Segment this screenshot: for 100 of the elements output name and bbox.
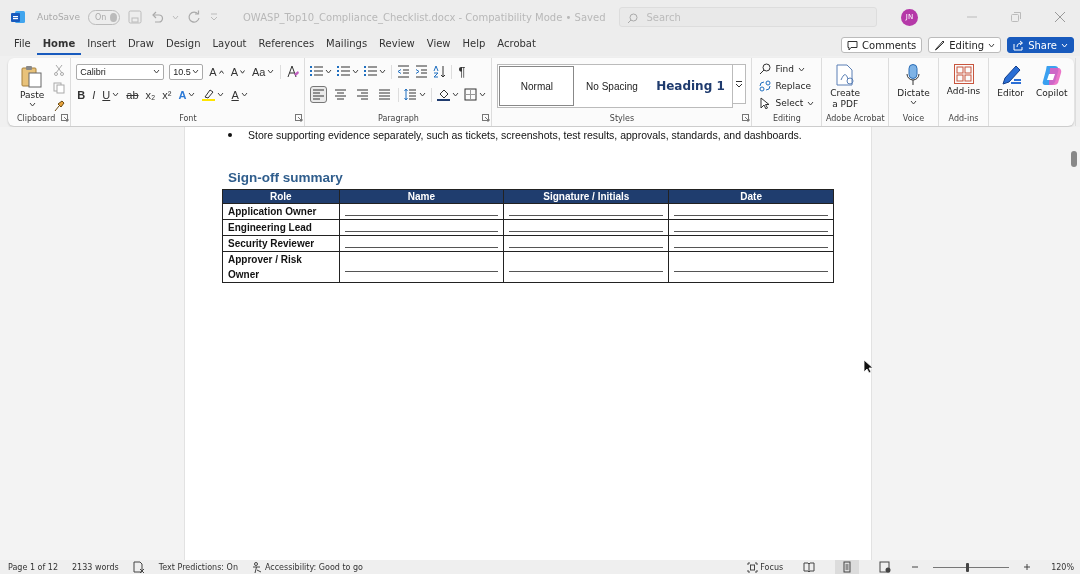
create-pdf-button[interactable]: Create a PDF	[827, 62, 864, 112]
underline-button[interactable]: U	[101, 88, 121, 101]
dialog-launcher-icon[interactable]	[742, 114, 751, 122]
shading-icon[interactable]	[437, 88, 451, 101]
clear-formatting-icon[interactable]	[286, 65, 300, 78]
bold-button[interactable]: B	[76, 88, 87, 101]
accessibility-status[interactable]: Accessibility: Good to go	[251, 561, 363, 573]
menu-tab[interactable]: Help	[456, 35, 492, 55]
highlighter-icon	[202, 88, 216, 101]
menu-tab[interactable]: References	[252, 35, 321, 55]
align-left-icon	[312, 88, 326, 101]
pen-icon	[999, 64, 1022, 86]
dictate-button[interactable]: Dictate	[894, 62, 933, 107]
microphone-icon	[906, 64, 921, 86]
paragraph-marks-button[interactable]: ¶	[457, 64, 467, 79]
sort-icon[interactable]	[433, 65, 447, 78]
editing-button[interactable]: Editing	[928, 37, 1002, 53]
caret-icon	[352, 69, 360, 74]
justify-icon	[378, 88, 392, 101]
caret-icon	[267, 69, 275, 74]
multilevel-list-icon[interactable]	[364, 65, 378, 78]
shrink-font-button[interactable]: A	[229, 65, 246, 78]
menu-tab[interactable]: File	[8, 35, 37, 55]
font-name-dropdown[interactable]: Calibri	[76, 63, 165, 80]
autosave-label: AutoSave	[37, 12, 80, 22]
increase-indent-icon[interactable]	[415, 65, 429, 78]
change-case-button[interactable]: Aa	[251, 65, 276, 78]
caret-icon	[28, 102, 36, 107]
editing-option[interactable]: Select	[757, 96, 817, 110]
caret-icon	[240, 92, 248, 97]
menu-tab[interactable]: Layout	[206, 35, 253, 55]
menu-tab[interactable]: Home	[36, 35, 82, 55]
share-button[interactable]: Share	[1007, 37, 1074, 53]
caret-icon	[797, 66, 805, 72]
close-icon[interactable]	[1054, 11, 1066, 23]
font-size-dropdown[interactable]: 10.5	[169, 63, 204, 80]
alignment-button[interactable]	[310, 86, 328, 103]
zoom-level[interactable]: 120%	[1051, 562, 1074, 572]
word-count[interactable]: 2133 words	[72, 562, 119, 572]
expand-icon	[735, 80, 744, 88]
highlight-button[interactable]	[201, 88, 226, 101]
menu-tab[interactable]: Acrobat	[491, 35, 542, 55]
group-label: Voice	[902, 113, 925, 123]
page-count[interactable]: Page 1 of 12	[8, 562, 58, 572]
borders-icon[interactable]	[464, 88, 478, 101]
zoom-out-icon[interactable]	[911, 563, 920, 571]
caret-icon	[807, 100, 815, 106]
dialog-launcher-icon[interactable]	[61, 114, 70, 122]
decrease-indent-icon[interactable]	[397, 65, 411, 78]
menu-tab[interactable]: Draw	[121, 35, 160, 55]
numbering-icon[interactable]	[337, 65, 351, 78]
focus-icon	[747, 561, 759, 573]
text-effects-button[interactable]: A	[177, 88, 197, 101]
line-spacing-icon[interactable]	[404, 88, 418, 101]
align-right-icon	[356, 88, 370, 101]
editor-button[interactable]: Editor	[994, 62, 1027, 100]
editing-option[interactable]: Find	[757, 62, 817, 76]
add-ins-button[interactable]: Add-ins	[943, 62, 984, 98]
subscript-button[interactable]: x₂	[144, 88, 157, 101]
pencil-icon	[934, 39, 946, 51]
zoom-in-icon[interactable]	[1023, 563, 1032, 571]
text-predictions-status[interactable]: Text Predictions: On	[158, 562, 238, 572]
style-option[interactable]: No Spacing	[574, 66, 650, 106]
superscript-button[interactable]: x²	[161, 88, 173, 101]
table-cell: Engineering Lead	[222, 219, 340, 236]
grow-font-button[interactable]: A	[208, 65, 225, 78]
gallery-more-button[interactable]	[733, 64, 747, 104]
menu-tab[interactable]: Review	[373, 35, 421, 55]
caret-icon	[379, 69, 387, 74]
pdf-icon	[835, 64, 856, 86]
bullet-icon	[228, 133, 232, 137]
down-mark-icon	[240, 69, 245, 74]
menu-tab[interactable]: Insert	[81, 35, 122, 55]
format-painter-icon[interactable]	[53, 100, 66, 112]
center-icon	[334, 88, 348, 101]
style-option[interactable]: Normal	[499, 66, 575, 106]
caret-icon	[419, 92, 427, 97]
editing-option[interactable]: Replace	[757, 79, 817, 93]
paste-button[interactable]: Paste	[17, 62, 48, 109]
menu-tab[interactable]: View	[420, 35, 457, 55]
dialog-launcher-icon[interactable]	[482, 114, 491, 122]
caret-icon	[112, 92, 120, 97]
italic-button[interactable]: I	[91, 88, 97, 101]
group-label: Font	[179, 113, 197, 123]
caret-icon	[1061, 42, 1068, 48]
group-label: Editing	[772, 113, 801, 123]
copilot-button[interactable]: Copilot	[1032, 62, 1071, 100]
font-color-button[interactable]: A	[230, 88, 249, 101]
strikethrough-button[interactable]: ab	[125, 88, 140, 101]
menu-tab[interactable]: Mailings	[320, 35, 374, 55]
comments-button[interactable]: Comments	[841, 37, 923, 53]
read-mode-icon	[803, 561, 816, 573]
dialog-launcher-icon[interactable]	[295, 114, 304, 122]
style-option[interactable]: Heading 1	[649, 66, 732, 106]
menu-tab[interactable]: Design	[160, 35, 207, 55]
accessibility-icon	[251, 561, 263, 573]
share-icon	[1013, 39, 1025, 51]
focus-button[interactable]: Focus	[747, 561, 784, 573]
bullets-icon[interactable]	[310, 65, 324, 78]
proofing-icon[interactable]	[132, 561, 145, 573]
